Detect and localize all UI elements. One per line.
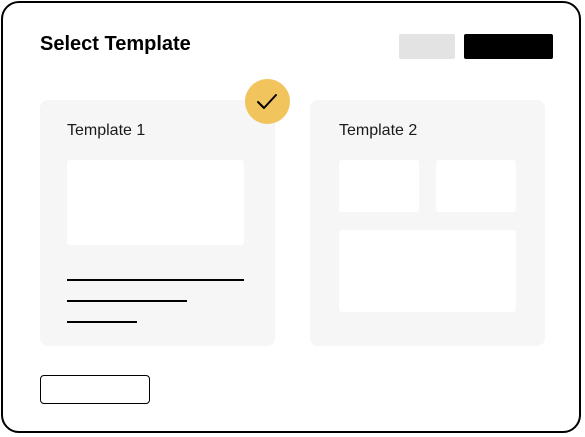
text-line-placeholder	[67, 321, 137, 323]
text-line-placeholder	[67, 300, 187, 302]
image-placeholder	[339, 230, 516, 312]
secondary-button[interactable]	[399, 34, 455, 59]
page-title: Select Template	[40, 33, 191, 55]
image-placeholder	[436, 160, 516, 212]
outline-button[interactable]	[40, 375, 150, 404]
template-card-title: Template 1	[67, 122, 146, 139]
template-card-title: Template 2	[339, 122, 418, 139]
image-placeholder	[339, 160, 419, 212]
primary-button[interactable]	[464, 34, 553, 59]
image-placeholder	[67, 160, 244, 245]
checkmark-icon	[257, 94, 277, 109]
template-card-2[interactable]: Template 2	[310, 100, 545, 346]
selected-checkmark-badge	[245, 79, 290, 124]
template-card-1[interactable]: Template 1	[40, 100, 275, 346]
text-line-placeholder	[67, 279, 244, 281]
